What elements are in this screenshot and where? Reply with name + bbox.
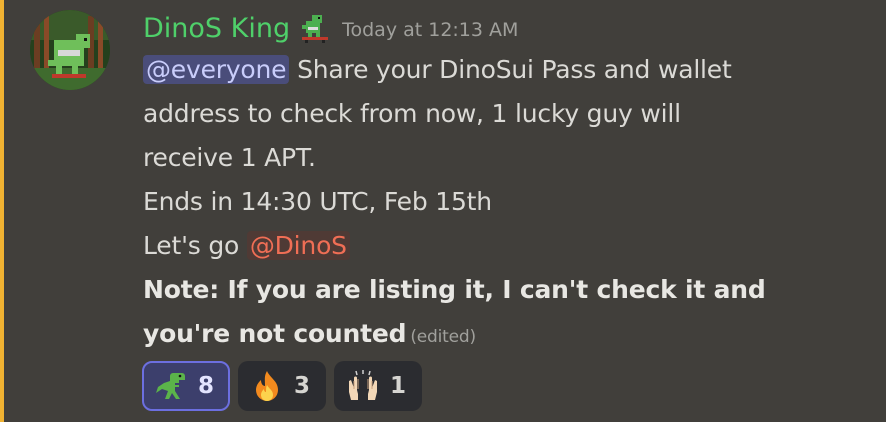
message-note-text: you're not counted [143, 319, 407, 348]
t-rex-icon [154, 369, 188, 403]
dinosaur-skateboard-icon[interactable] [298, 11, 334, 45]
message-line: address to check from now, 1 lucky guy w… [143, 99, 681, 128]
reaction-count: 3 [294, 373, 311, 399]
fire-icon [250, 369, 284, 403]
message-timestamp[interactable]: Today at 12:13 AM [342, 19, 518, 41]
chat-message: DinoS King Today at 12:13 AM @everyone S… [0, 0, 886, 422]
username[interactable]: DinoS King [143, 13, 290, 44]
reactions-bar: 8 3 1 [142, 361, 423, 411]
reaction-trex[interactable]: 8 [142, 361, 231, 411]
message-line: receive 1 APT. [143, 143, 316, 172]
reaction-fire[interactable]: 3 [238, 361, 327, 411]
reaction-raising-hands[interactable]: 1 [334, 361, 423, 411]
message-header: DinoS King Today at 12:13 AM [143, 8, 873, 48]
edited-label[interactable]: (edited) [410, 327, 476, 347]
message-text: Let's go [143, 231, 247, 260]
raising-hands-icon [346, 369, 380, 403]
avatar[interactable] [30, 10, 110, 90]
message-note-line: Note: If you are listing it, I can't che… [143, 275, 766, 304]
reaction-count: 1 [390, 373, 407, 399]
message-text: Share your DinoSui Pass and wallet [289, 55, 732, 84]
mention-role-dinos[interactable]: @DinoS [246, 231, 350, 260]
mention-everyone[interactable]: @everyone [143, 55, 290, 84]
avatar-image [30, 10, 110, 90]
message-line: @everyone Share your DinoSui Pass and wa… [143, 48, 873, 92]
message-content: DinoS King Today at 12:13 AM @everyone S… [143, 8, 873, 359]
message-line: you're not counted (edited) [143, 312, 873, 359]
reaction-count: 8 [198, 373, 215, 399]
message-body: @everyone Share your DinoSui Pass and wa… [143, 48, 873, 359]
message-line: Ends in 14:30 UTC, Feb 15th [143, 187, 492, 216]
message-line: Let's go @DinoS [143, 224, 873, 268]
